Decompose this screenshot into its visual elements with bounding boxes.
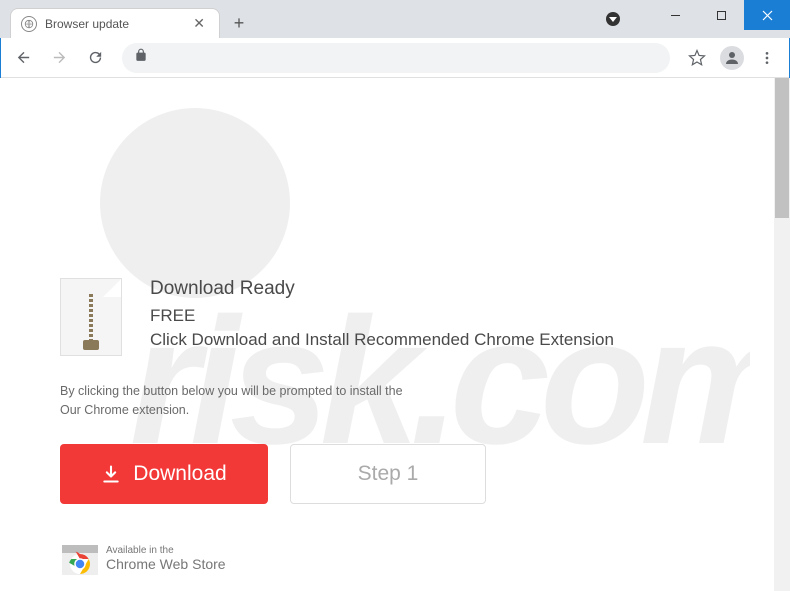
tab-title: Browser update [45, 17, 189, 31]
maximize-button[interactable] [698, 0, 744, 30]
page-viewport: risk.com Download Ready FREE Click Downl… [0, 78, 790, 591]
window-close-button[interactable] [744, 0, 790, 30]
download-button[interactable]: Download [60, 444, 268, 504]
download-icon [101, 464, 121, 484]
step-button[interactable]: Step 1 [290, 444, 486, 504]
new-tab-button[interactable]: + [228, 12, 250, 34]
browser-toolbar [0, 38, 790, 78]
chrome-webstore-badge[interactable]: Available in the Chrome Web Store [60, 543, 226, 573]
disclaimer-line: Our Chrome extension. [60, 401, 730, 420]
forward-button[interactable] [44, 43, 74, 73]
globe-icon [21, 16, 37, 32]
file-archive-icon [60, 278, 122, 356]
minimize-button[interactable] [652, 0, 698, 30]
download-button-label: Download [133, 462, 226, 486]
bookmark-star-icon[interactable] [682, 43, 712, 73]
window-titlebar: Browser update ✕ + [0, 0, 790, 38]
back-button[interactable] [8, 43, 38, 73]
profile-button[interactable] [720, 46, 744, 70]
menu-button[interactable] [752, 43, 782, 73]
disclaimer-line: By clicking the button below you will be… [60, 382, 730, 401]
lock-icon [134, 48, 148, 67]
disclaimer-text: By clicking the button below you will be… [60, 382, 730, 420]
webstore-line2: Chrome Web Store [106, 556, 226, 572]
webstore-box-icon [60, 543, 96, 573]
browser-tab[interactable]: Browser update ✕ [10, 8, 220, 38]
reload-button[interactable] [80, 43, 110, 73]
webstore-line1: Available in the [106, 545, 226, 556]
step-button-label: Step 1 [358, 462, 419, 486]
incognito-indicator-icon[interactable] [606, 12, 620, 26]
page-subheading: FREE [150, 306, 614, 326]
page-instruction: Click Download and Install Recommended C… [150, 330, 614, 350]
page-heading: Download Ready [150, 278, 614, 300]
close-tab-icon[interactable]: ✕ [189, 15, 209, 32]
address-bar[interactable] [122, 43, 670, 73]
